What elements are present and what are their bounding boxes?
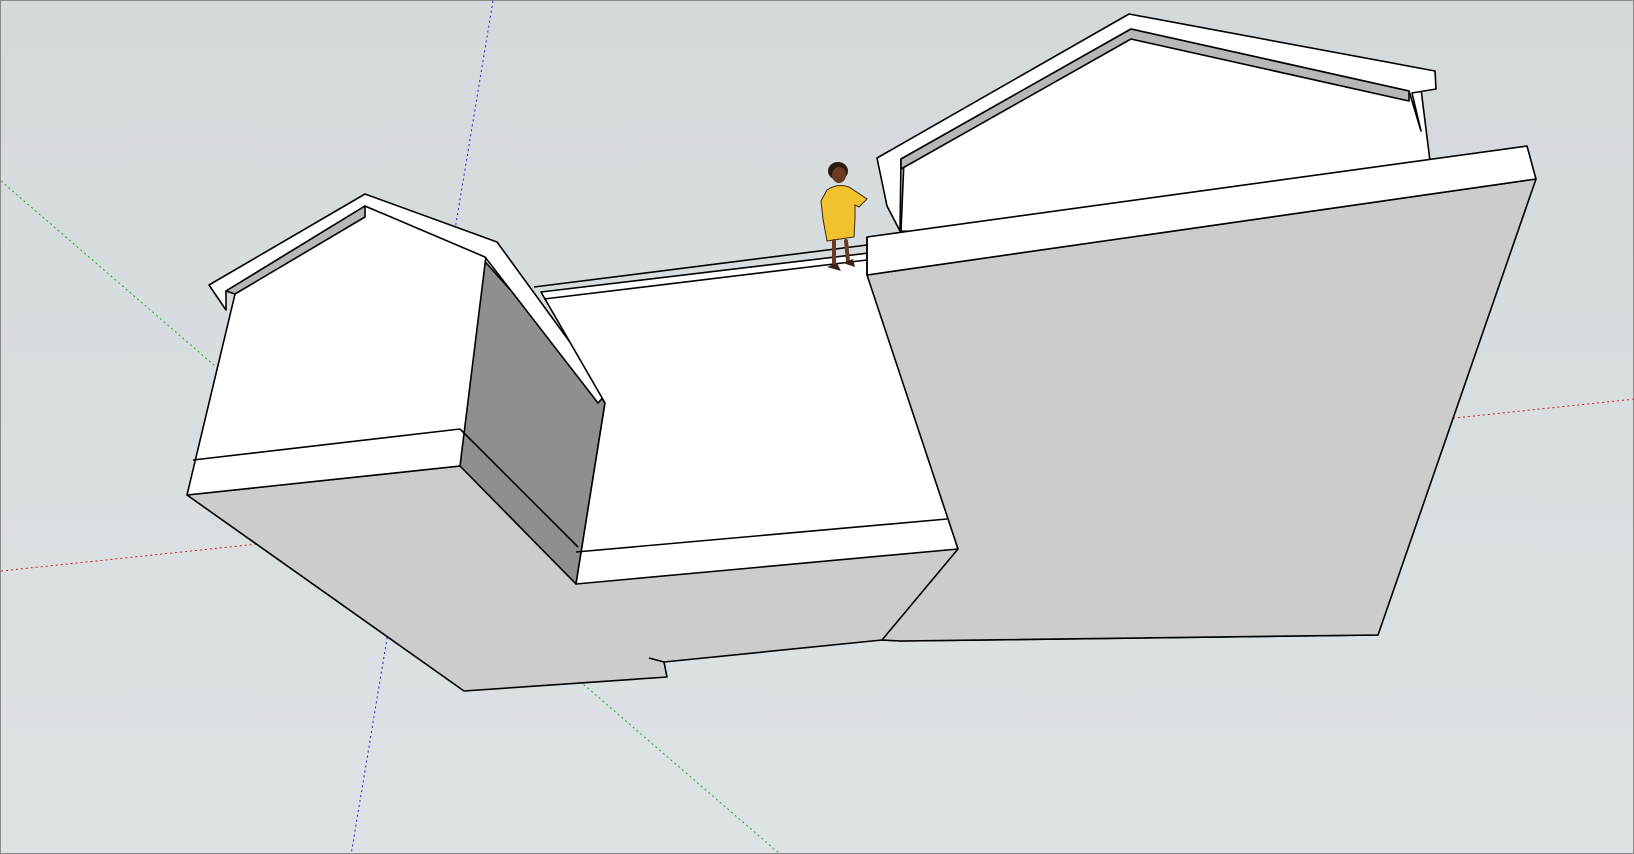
3d-model-scene[interactable]: [1, 1, 1634, 854]
scale-figure-leg-right: [844, 239, 850, 263]
scale-figure-head: [832, 167, 846, 183]
sketchup-viewport[interactable]: [0, 0, 1634, 854]
